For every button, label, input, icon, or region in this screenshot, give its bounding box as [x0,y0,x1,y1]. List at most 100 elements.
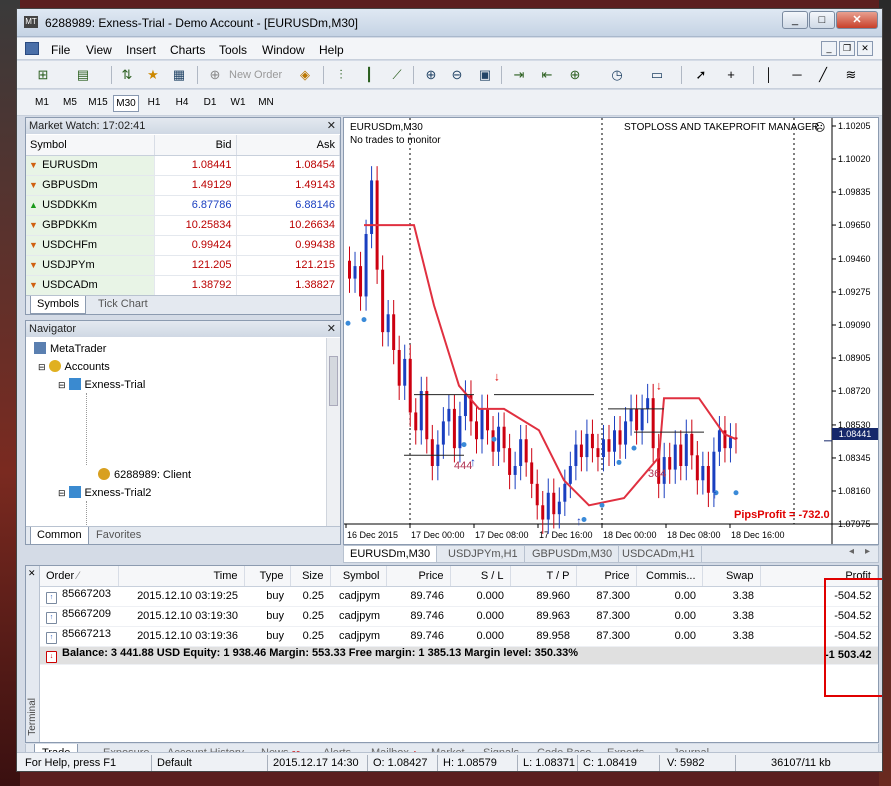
market-watch-panel: Market Watch: 17:02:41 ✕ Symbol Bid Ask ▼ E… [25,117,341,315]
navigator-icon[interactable]: ★ [143,65,163,85]
market-watch-row[interactable]: ▼ USDCHFm 0.99424 0.99438 [26,235,340,256]
tf-m30-button[interactable]: M30 [113,95,139,112]
indicators-icon[interactable]: ⊕ [565,65,585,85]
tile-windows-icon[interactable]: ▣ [475,65,495,85]
navigator-close-icon[interactable]: ✕ [327,321,336,337]
menu-window[interactable]: Window [262,43,305,57]
order-row[interactable]: ↑ 85667209 2015.12.10 03:19:30 buy 0.25 cadjp… [40,606,878,627]
navigator-scrollbar[interactable] [326,338,340,526]
col-time[interactable]: Time [118,566,245,587]
chart-tab-eurusd[interactable]: EURUSDm,M30 [344,546,438,562]
market-watch-row[interactable]: ▼ EURUSDm 1.08441 1.08454 [26,155,340,176]
col-current-price[interactable]: Price [576,566,637,587]
menu-file[interactable]: File [51,43,70,57]
close-button[interactable]: ✕ [836,11,878,29]
tab-symbols[interactable]: Symbols [30,296,87,314]
chart-tab-usdcad[interactable]: USDCADm,H1 [616,546,702,562]
col-bid[interactable]: Bid [154,135,237,156]
order-row[interactable]: ↑ 85667213 2015.12.10 03:19:36 buy 0.25 cadjp… [40,626,878,647]
col-symbol[interactable]: Symbol [26,135,155,156]
bar-chart-icon[interactable]: ⫶ [331,65,351,85]
balance-row[interactable]: ↓ Balance: 3 441.88 USD Equity: 1 938.46 … [40,646,878,665]
menu-insert[interactable]: Insert [126,43,156,57]
tf-mn-button[interactable]: MN [253,95,279,112]
col-swap[interactable]: Swap [702,566,761,587]
market-watch-row[interactable]: ▼ USDCADm 1.38792 1.38827 [26,275,340,296]
chart-window[interactable]: 1.10205 1.10020 1.09835 1.09650 1.09460 1.092… [343,117,879,545]
fibonacci-icon[interactable]: ≋ [841,65,861,85]
nav-accounts[interactable]: ⊟ Accounts [38,360,110,373]
chart-tab-gbpusd[interactable]: GBPUSDm,M30 [526,546,620,562]
price-chart[interactable]: 1.10205 1.10020 1.09835 1.09650 1.09460 1.092… [344,118,878,544]
vertical-line-icon[interactable]: │ [759,65,779,85]
col-ask[interactable]: Ask [236,135,340,156]
market-watch-icon[interactable]: ⇅ [117,65,137,85]
tf-h1-button[interactable]: H1 [141,95,167,112]
tab-tick-chart[interactable]: Tick Chart [92,296,154,314]
chart-shift-icon[interactable]: ⇤ [537,65,557,85]
profiles-icon[interactable]: ▤ [73,65,93,85]
col-sl[interactable]: S / L [450,566,511,587]
chart-window-icon[interactable] [25,42,39,55]
order-row[interactable]: ↑ 85667203 2015.12.10 03:19:25 buy 0.25 cadjp… [40,586,878,607]
candle-body [640,408,644,431]
horizontal-line-icon[interactable]: ─ [787,65,807,85]
terminal-icon[interactable]: ▦ [169,65,189,85]
trendline-icon[interactable]: ╱ [813,65,833,85]
cursor-icon[interactable]: ➚ [691,65,711,85]
tf-m1-button[interactable]: M1 [29,95,55,112]
nav-metatrader[interactable]: MetaTrader [34,342,106,355]
market-watch-row[interactable]: ▼ GBPUSDm 1.49129 1.49143 [26,175,340,196]
col-type[interactable]: Type [244,566,291,587]
new-order-icon[interactable]: ⊕ [205,65,225,85]
nav-account-exness-trial2[interactable]: ⊟ Exness-Trial2 [58,486,151,499]
market-watch-row[interactable]: ▲ USDDKKm 6.87786 6.88146 [26,195,340,216]
new-order-button[interactable]: New Order [229,69,282,81]
expert-advisors-icon[interactable]: ◈ [295,65,315,85]
nav-client[interactable]: 6288989: Client [98,468,191,481]
candlesticks-icon[interactable]: ┃ [359,65,379,85]
tf-m5-button[interactable]: M5 [57,95,83,112]
mdi-restore-button[interactable]: ❐ [839,41,855,56]
status-profile[interactable]: Default [157,757,192,769]
tab-favorites[interactable]: Favorites [90,527,147,545]
status-time: 2015.12.17 14:30 [273,757,359,769]
menu-tools[interactable]: Tools [219,43,247,57]
tf-w1-button[interactable]: W1 [225,95,251,112]
zoom-in-icon[interactable]: ⊕ [421,65,441,85]
col-price[interactable]: Price [386,566,451,587]
menu-help[interactable]: Help [319,43,344,57]
chart-tab-usdjpy[interactable]: USDJPYm,H1 [442,546,525,562]
col-size[interactable]: Size [290,566,331,587]
mdi-close-button[interactable]: ✕ [857,41,873,56]
col-commission[interactable]: Commis... [636,566,703,587]
tf-d1-button[interactable]: D1 [197,95,223,112]
new-chart-icon[interactable]: ⊞ [33,65,53,85]
mdi-minimize-button[interactable]: _ [821,41,837,56]
maximize-button[interactable]: □ [809,11,835,29]
tab-right-arrow-icon[interactable]: ▸ [865,546,870,557]
auto-scroll-icon[interactable]: ⇥ [509,65,529,85]
market-watch-row[interactable]: ▼ USDJPYm 121.205 121.215 [26,255,340,276]
nav-account-exness-trial[interactable]: ⊟ Exness-Trial [58,378,145,391]
periods-icon[interactable]: ◷ [607,65,627,85]
line-chart-icon[interactable]: ⟋ [387,65,407,85]
tab-common[interactable]: Common [30,527,89,545]
templates-icon[interactable]: ▭ [647,65,667,85]
menu-charts[interactable]: Charts [170,43,205,57]
tf-m15-button[interactable]: M15 [85,95,111,112]
zoom-out-icon[interactable]: ⊖ [447,65,467,85]
market-watch-row[interactable]: ▼ GBPDKKm 10.25834 10.26634 [26,215,340,236]
title-bar: MT 6288989: Exness-Trial - Demo Account … [17,9,882,37]
crosshair-icon[interactable]: + [721,65,741,85]
tab-left-arrow-icon[interactable]: ◂ [849,546,854,557]
minimize-button[interactable]: _ [782,11,808,29]
col-symbol[interactable]: Symbol [330,566,387,587]
ask-cell: 0.99438 [236,235,340,256]
price-cell: 89.746 [386,586,450,607]
menu-view[interactable]: View [86,43,112,57]
tf-h4-button[interactable]: H4 [169,95,195,112]
col-tp[interactable]: T / P [510,566,577,587]
col-order[interactable]: Order ⁄ [40,566,119,587]
market-watch-close-icon[interactable]: ✕ [327,118,336,134]
